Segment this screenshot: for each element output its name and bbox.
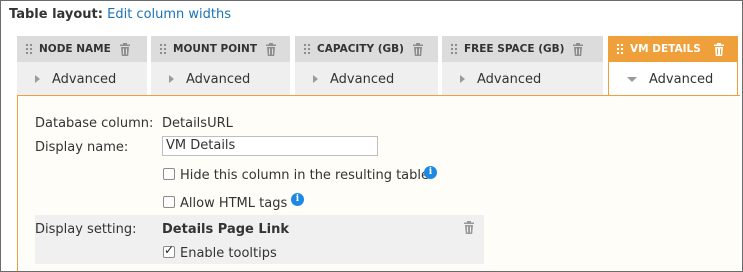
column-title: NODE NAME bbox=[39, 43, 111, 55]
hide-column-checkbox[interactable] bbox=[163, 168, 175, 180]
column-header[interactable]: CAPACITY (GB) bbox=[295, 36, 438, 62]
advanced-toggle[interactable]: Advanced bbox=[295, 62, 438, 96]
delete-setting-icon[interactable] bbox=[463, 221, 475, 234]
column-mount-point[interactable]: MOUNT POINT Advanced bbox=[151, 36, 290, 96]
database-column-label: Database column: bbox=[35, 116, 154, 131]
advanced-label: Advanced bbox=[477, 71, 542, 87]
info-icon[interactable]: i bbox=[424, 166, 437, 179]
enable-tooltips-checkbox[interactable] bbox=[163, 243, 175, 258]
display-setting-value: Details Page Link bbox=[162, 222, 290, 237]
delete-column-icon[interactable] bbox=[713, 42, 725, 56]
caret-right-icon bbox=[35, 75, 40, 83]
display-name-label: Display name: bbox=[35, 140, 129, 155]
column-header[interactable]: NODE NAME bbox=[17, 36, 147, 62]
display-setting-label: Display setting: bbox=[35, 222, 137, 237]
drag-handle-icon[interactable] bbox=[25, 43, 33, 55]
column-header[interactable]: MOUNT POINT bbox=[151, 36, 290, 62]
drag-handle-icon[interactable] bbox=[303, 43, 311, 55]
table-layout-label: Table layout: bbox=[9, 7, 103, 22]
column-details-panel: Database column: DetailsURL Display name… bbox=[17, 95, 740, 271]
hide-column-label: Hide this column in the resulting table bbox=[180, 168, 429, 183]
allow-html-label: Allow HTML tags bbox=[180, 196, 288, 211]
drag-handle-icon[interactable] bbox=[450, 43, 458, 55]
column-title: FREE SPACE (GB) bbox=[464, 43, 565, 55]
advanced-toggle[interactable]: Advanced bbox=[608, 62, 738, 96]
column-vm-details[interactable]: VM DETAILS Advanced bbox=[608, 36, 738, 96]
advanced-label: Advanced bbox=[649, 71, 714, 87]
display-name-input[interactable]: VM Details bbox=[162, 136, 378, 156]
column-header[interactable]: VM DETAILS bbox=[608, 36, 738, 62]
delete-column-icon[interactable] bbox=[572, 42, 584, 56]
allow-html-checkbox[interactable] bbox=[163, 196, 175, 208]
advanced-label: Advanced bbox=[186, 71, 251, 87]
column-node-name[interactable]: NODE NAME Advanced bbox=[17, 36, 147, 96]
drag-handle-icon[interactable] bbox=[616, 43, 624, 55]
advanced-toggle[interactable]: Advanced bbox=[442, 62, 603, 96]
caret-down-icon bbox=[627, 76, 637, 82]
edit-column-widths-link[interactable]: Edit column widths bbox=[107, 7, 231, 22]
advanced-toggle[interactable]: Advanced bbox=[17, 62, 147, 96]
advanced-label: Advanced bbox=[330, 71, 395, 87]
delete-column-icon[interactable] bbox=[265, 42, 277, 56]
advanced-label: Advanced bbox=[52, 71, 117, 87]
table-layout-panel: Table layout: Edit column widths NODE NA… bbox=[0, 0, 743, 272]
column-free-space[interactable]: FREE SPACE (GB) Advanced bbox=[442, 36, 603, 96]
drag-handle-icon[interactable] bbox=[159, 43, 167, 55]
header: Table layout: Edit column widths bbox=[9, 7, 231, 22]
column-title: VM DETAILS bbox=[630, 43, 701, 55]
caret-right-icon bbox=[169, 75, 174, 83]
database-column-value: DetailsURL bbox=[162, 116, 233, 131]
column-capacity[interactable]: CAPACITY (GB) Advanced bbox=[295, 36, 438, 96]
enable-tooltips-label: Enable tooltips bbox=[180, 246, 277, 261]
delete-column-icon[interactable] bbox=[119, 42, 131, 56]
column-title: CAPACITY (GB) bbox=[317, 43, 404, 55]
caret-right-icon bbox=[460, 75, 465, 83]
caret-right-icon bbox=[313, 75, 318, 83]
delete-column-icon[interactable] bbox=[412, 42, 424, 56]
info-icon[interactable]: i bbox=[291, 193, 304, 206]
column-title: MOUNT POINT bbox=[173, 43, 257, 55]
advanced-toggle[interactable]: Advanced bbox=[151, 62, 290, 96]
column-header[interactable]: FREE SPACE (GB) bbox=[442, 36, 603, 62]
